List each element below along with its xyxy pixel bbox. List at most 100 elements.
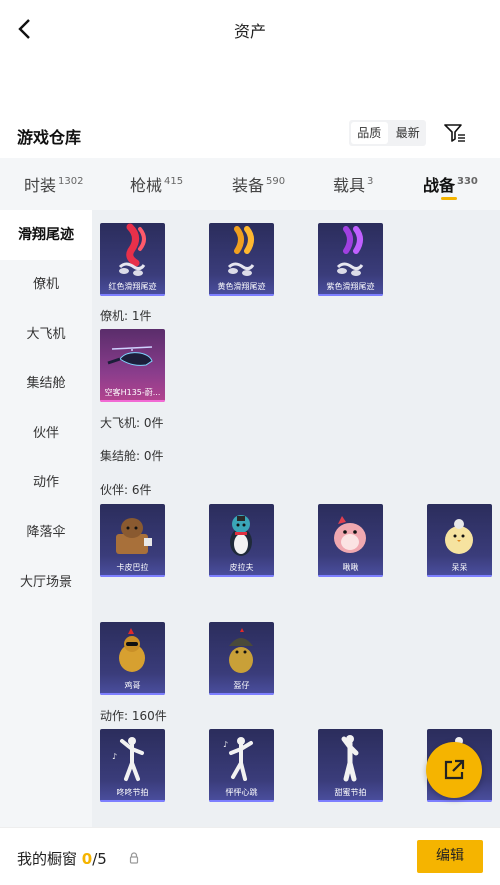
filter-icon xyxy=(444,124,465,142)
page-title: 资产 xyxy=(233,22,266,41)
capybara-icon xyxy=(116,518,152,554)
card-frame xyxy=(318,294,383,296)
item-name: 紫色滑翔尾迹 xyxy=(326,282,375,291)
item-card[interactable]: ♪ 咚咚节拍 xyxy=(100,729,165,802)
item-card[interactable]: 卡皮巴拉 xyxy=(100,504,165,577)
rooster-icon xyxy=(119,628,145,672)
dance-pose-icon xyxy=(341,735,359,782)
sidebar-item-parachute[interactable]: 降落伞 xyxy=(0,508,92,558)
item-card[interactable]: 呆呆 xyxy=(427,504,492,577)
top-bar: 资产 xyxy=(0,0,500,58)
item-card[interactable]: 甜蜜节拍 xyxy=(318,729,383,802)
tab-vehicles[interactable]: 载具 3 xyxy=(333,172,373,196)
item-name: 怦怦心跳 xyxy=(225,788,258,797)
helicopter-icon xyxy=(107,346,153,366)
share-button[interactable] xyxy=(426,742,482,798)
card-frame xyxy=(318,800,383,802)
item-name: 皮拉夫 xyxy=(229,563,254,572)
dance-pose-icon: ♪ xyxy=(223,737,253,781)
item-name: 呆呆 xyxy=(451,563,468,572)
tab-count: 415 xyxy=(164,176,184,187)
sidebar-item-glide-trail[interactable]: 滑翔尾迹 xyxy=(0,210,92,260)
item-grid: 红色滑翔尾迹 黄色滑翔尾迹 紫色滑翔尾迹 僚机: 1件 空客H135-蔚... … xyxy=(92,210,500,827)
svg-text:♪: ♪ xyxy=(223,740,228,749)
item-name: 盔仔 xyxy=(233,681,250,690)
item-card[interactable]: 空客H135-蔚... xyxy=(100,329,165,402)
card-frame xyxy=(209,693,274,695)
card-frame xyxy=(100,575,165,577)
tab-label: 载具 xyxy=(333,176,366,195)
tab-label: 时装 xyxy=(24,176,57,195)
purple-trail-icon xyxy=(336,226,364,276)
dance-pose-icon: ♪ xyxy=(112,737,144,781)
card-frame xyxy=(427,575,492,577)
warehouse-header: 游戏仓库 品质 最新 xyxy=(0,118,500,158)
card-frame xyxy=(209,800,274,802)
sidebar-item-emote[interactable]: 动作 xyxy=(0,458,92,508)
sort-option-newest[interactable]: 最新 xyxy=(390,122,427,144)
red-trail-icon xyxy=(118,223,146,276)
tab-label: 战备 xyxy=(423,176,456,195)
lock-icon xyxy=(129,852,139,864)
section-title: 游戏仓库 xyxy=(17,128,82,147)
item-name: 空客H135-蔚... xyxy=(104,388,161,397)
sidebar-item-wingman[interactable]: 僚机 xyxy=(0,260,92,310)
item-card[interactable]: 盔仔 xyxy=(209,622,274,695)
group-title-big-plane: 大飞机: 0件 xyxy=(100,416,164,430)
card-frame xyxy=(100,800,165,802)
item-card[interactable]: 啾啾 xyxy=(318,504,383,577)
group-title-capsule: 集结舱: 0件 xyxy=(100,449,164,463)
pink-bird-icon xyxy=(334,516,366,553)
card-frame xyxy=(318,575,383,577)
tab-count: 3 xyxy=(367,176,374,187)
card-frame xyxy=(427,800,492,802)
tab-equipment[interactable]: 装备 590 xyxy=(232,172,285,196)
item-name: 甜蜜节拍 xyxy=(334,788,367,797)
tab-label: 装备 xyxy=(232,176,265,195)
showcase-count-total: /5 xyxy=(92,850,107,868)
active-tab-indicator xyxy=(441,197,457,200)
item-card[interactable]: 皮拉夫 xyxy=(209,504,274,577)
showcase-title: 我的橱窗 xyxy=(17,850,78,868)
item-card[interactable]: 黄色滑翔尾迹 xyxy=(209,223,274,296)
showcase-count-current: 0 xyxy=(81,850,93,868)
card-frame xyxy=(100,693,165,695)
sidebar-item-lobby-scene[interactable]: 大厅场景 xyxy=(0,558,92,608)
card-frame xyxy=(100,294,165,296)
sidebar-item-companion[interactable]: 伙伴 xyxy=(0,409,92,459)
item-name: 咚咚节拍 xyxy=(116,788,149,797)
edit-button[interactable]: 编辑 xyxy=(417,840,483,873)
tab-count: 330 xyxy=(457,176,478,187)
chick-icon xyxy=(445,519,473,554)
tab-battle-prep[interactable]: 战备 330 xyxy=(423,172,478,196)
filter-button[interactable] xyxy=(442,121,468,145)
item-card[interactable]: ♪ 怦怦心跳 xyxy=(209,729,274,802)
group-title-emote: 动作: 160件 xyxy=(100,709,167,723)
sidebar-item-capsule[interactable]: 集结舱 xyxy=(0,359,92,409)
item-card[interactable]: 鸡哥 xyxy=(100,622,165,695)
sidebar: 滑翔尾迹 僚机 大飞机 集结舱 伙伴 动作 降落伞 大厅场景 xyxy=(0,210,92,827)
tab-guns[interactable]: 枪械 415 xyxy=(130,172,183,196)
share-external-icon xyxy=(444,759,465,780)
sort-option-quality[interactable]: 品质 xyxy=(351,122,388,144)
helmet-duck-icon xyxy=(229,628,253,673)
sidebar-item-big-plane[interactable]: 大飞机 xyxy=(0,310,92,360)
card-frame xyxy=(209,575,274,577)
tab-label: 枪械 xyxy=(130,176,163,195)
card-frame xyxy=(209,294,274,296)
item-name: 卡皮巴拉 xyxy=(116,563,149,572)
tab-fashion[interactable]: 时装 1302 xyxy=(24,172,83,196)
item-card[interactable]: 紫色滑翔尾迹 xyxy=(318,223,383,296)
item-name: 鸡哥 xyxy=(124,681,141,690)
bottom-bar: 我的橱窗 0/5 编辑 xyxy=(0,827,500,885)
svg-text:♪: ♪ xyxy=(112,752,117,761)
showcase-count: 0/5 xyxy=(82,850,107,868)
item-card[interactable]: 红色滑翔尾迹 xyxy=(100,223,165,296)
tab-count: 590 xyxy=(266,176,286,187)
tab-count: 1302 xyxy=(58,176,84,187)
penguin-icon xyxy=(230,515,252,556)
yellow-trail-icon xyxy=(227,226,255,276)
item-name: 啾啾 xyxy=(342,563,359,572)
card-frame xyxy=(100,400,165,402)
showcase-label: 我的橱窗 0/5 xyxy=(17,848,107,869)
